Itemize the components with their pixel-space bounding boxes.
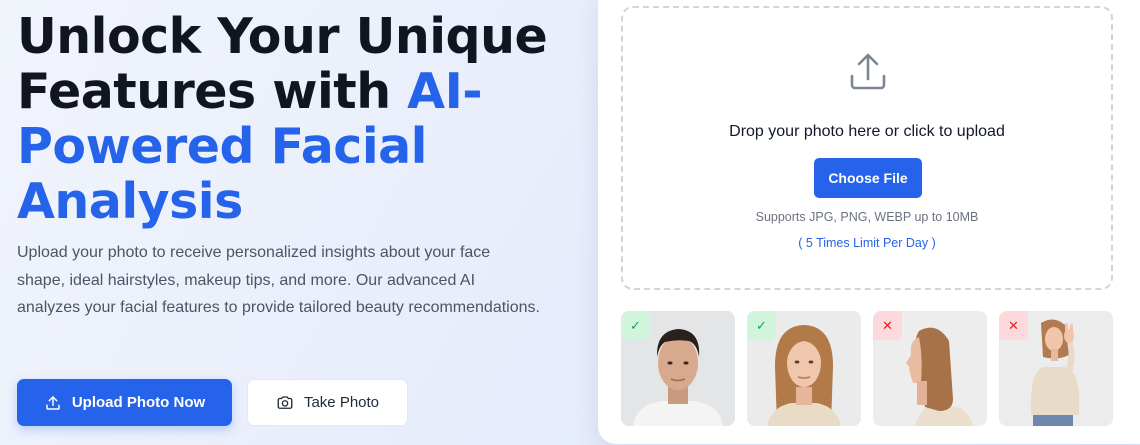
upload-panel: Drop your photo here or click to upload … xyxy=(598,0,1140,444)
headline-accent-1: AI- xyxy=(407,63,483,120)
check-icon: ✓ xyxy=(747,311,776,340)
dropzone-instructions: Drop your photo here or click to upload xyxy=(729,123,1005,140)
headline-line-1: Unlock Your Unique xyxy=(17,8,548,65)
camera-icon xyxy=(277,395,293,409)
upload-photo-button[interactable]: Upload Photo Now xyxy=(17,379,232,426)
daily-limit-text: ( 5 Times Limit Per Day ) xyxy=(798,236,936,250)
take-photo-button[interactable]: Take Photo xyxy=(247,379,408,426)
hero-section: Unlock Your Unique Features with AI- Pow… xyxy=(17,0,587,322)
headline-accent-3: Analysis xyxy=(17,173,243,230)
headline-line-2: Features with xyxy=(17,63,408,120)
cta-row: Upload Photo Now Take Photo xyxy=(17,379,408,426)
sample-photos: ✓ ✓ ✕ ✕ xyxy=(621,311,1113,426)
upload-dropzone[interactable]: Drop your photo here or click to upload … xyxy=(621,6,1113,290)
take-photo-label: Take Photo xyxy=(303,394,380,411)
hero-description: Upload your photo to receive personalize… xyxy=(17,244,540,316)
sample-photo-front-man: ✓ xyxy=(621,311,735,426)
upload-icon xyxy=(850,53,886,90)
upload-icon xyxy=(46,395,60,410)
close-icon: ✕ xyxy=(873,311,902,340)
sample-photo-profile: ✕ xyxy=(873,311,987,426)
upload-photo-label: Upload Photo Now xyxy=(71,394,206,411)
choose-file-button[interactable]: Choose File xyxy=(814,158,922,198)
sample-photo-full-body: ✕ xyxy=(999,311,1113,426)
check-icon: ✓ xyxy=(621,311,650,340)
headline-accent-2: Powered Facial xyxy=(17,118,427,175)
page-title: Unlock Your Unique Features with AI- Pow… xyxy=(17,9,587,229)
supported-formats-text: Supports JPG, PNG, WEBP up to 10MB xyxy=(755,210,979,224)
close-icon: ✕ xyxy=(999,311,1028,340)
sample-photo-front-woman: ✓ xyxy=(747,311,861,426)
